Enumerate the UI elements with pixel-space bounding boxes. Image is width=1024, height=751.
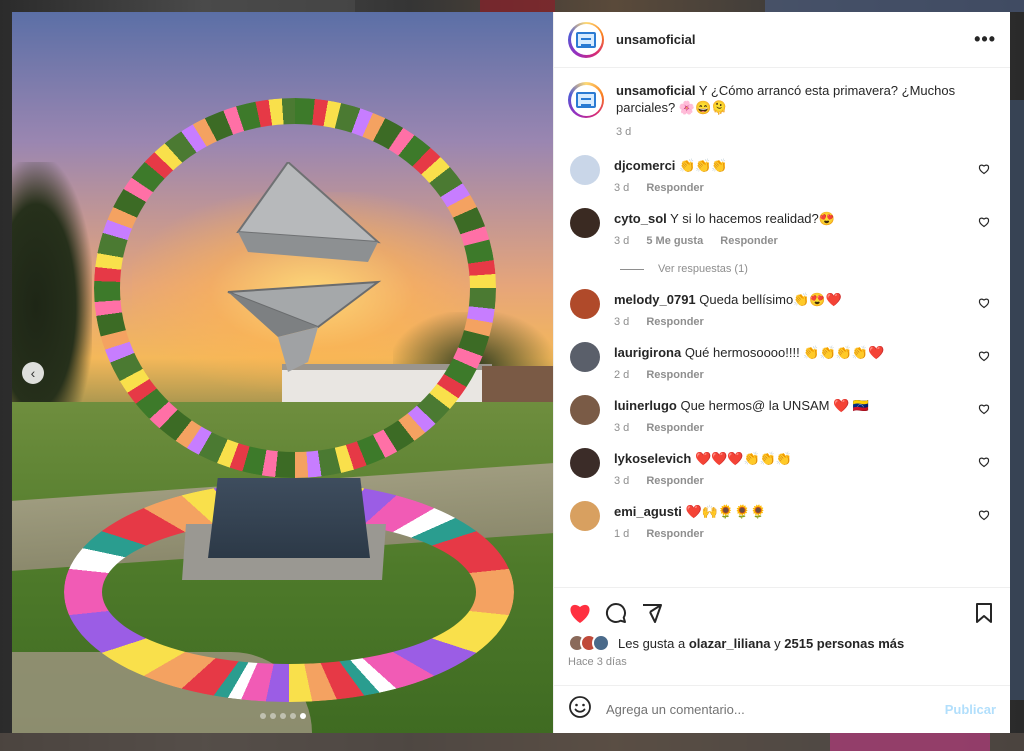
comment-like-heart-icon[interactable] bbox=[978, 216, 990, 228]
comment-username[interactable]: djcomerci bbox=[614, 158, 675, 173]
post-modal: ‹ unsamoficial ••• unsamoficial Y ¿Cómo … bbox=[12, 12, 1010, 733]
comment-text: ❤️🙌🌻🌻🌻 bbox=[685, 504, 767, 519]
emoji-icon[interactable] bbox=[568, 695, 592, 724]
carousel-dot bbox=[269, 713, 276, 719]
comment-item: luinerlugo Que hermos@ la UNSAM ❤️ 🇻🇪 3 … bbox=[568, 395, 994, 434]
comment-username[interactable]: laurigirona bbox=[614, 345, 681, 360]
comment-text: 👏👏👏 bbox=[679, 158, 728, 173]
liker-avatars bbox=[568, 634, 610, 652]
reply-button[interactable]: Responder bbox=[720, 235, 777, 247]
comment-text: Qué hermosoooo!!!! 👏👏👏👏❤️ bbox=[684, 345, 885, 360]
post-header: unsamoficial ••• bbox=[554, 12, 1010, 68]
comment-username[interactable]: lykoselevich bbox=[614, 451, 691, 466]
reply-button[interactable]: Responder bbox=[646, 182, 703, 194]
comment-text: Queda bellísimo👏😍❤️ bbox=[699, 292, 842, 307]
comment-text: ❤️❤️❤️👏👏👏 bbox=[694, 451, 793, 466]
reply-button[interactable]: Responder bbox=[646, 475, 703, 487]
comment-like-heart-icon[interactable] bbox=[978, 403, 990, 415]
like-heart-icon[interactable] bbox=[568, 601, 592, 625]
likes-count[interactable]: 2515 personas más bbox=[784, 636, 904, 651]
comment-likes[interactable]: 5 Me gusta bbox=[646, 235, 703, 247]
reply-button[interactable]: Responder bbox=[646, 316, 703, 328]
comment-icon[interactable] bbox=[604, 601, 628, 625]
more-options-icon[interactable]: ••• bbox=[974, 29, 996, 50]
comment-like-heart-icon[interactable] bbox=[978, 350, 990, 362]
view-replies-button[interactable]: Ver respuestas (1) bbox=[620, 263, 994, 275]
post-username[interactable]: unsamoficial bbox=[616, 32, 695, 47]
comment-time: 2 d bbox=[614, 369, 630, 381]
likes-summary: Les gusta a olazar_liliana y 2515 person… bbox=[568, 634, 996, 652]
comment-time: 1 d bbox=[614, 528, 630, 540]
comment-like-heart-icon[interactable] bbox=[978, 297, 990, 309]
comment-item: emi_agusti ❤️🙌🌻🌻🌻 1 d Responder bbox=[568, 501, 994, 540]
caption: unsamoficial Y ¿Cómo arrancó esta primav… bbox=[568, 82, 994, 141]
avatar[interactable] bbox=[570, 289, 600, 319]
share-icon[interactable] bbox=[640, 601, 664, 625]
reply-button[interactable]: Responder bbox=[646, 369, 703, 381]
carousel-dot bbox=[299, 713, 306, 719]
comment-username[interactable]: cyto_sol bbox=[614, 211, 667, 226]
comment-like-heart-icon[interactable] bbox=[978, 163, 990, 175]
bookmark-icon[interactable] bbox=[972, 601, 996, 625]
avatar[interactable] bbox=[568, 82, 604, 118]
carousel-dot bbox=[259, 713, 266, 719]
metal-sculpture bbox=[227, 162, 382, 372]
comment-text: Que hermos@ la UNSAM ❤️ 🇻🇪 bbox=[680, 398, 870, 413]
comment-like-heart-icon[interactable] bbox=[978, 509, 990, 521]
caption-time: 3 d bbox=[616, 126, 632, 138]
liker-username[interactable]: olazar_liliana bbox=[689, 636, 771, 651]
avatar[interactable] bbox=[570, 208, 600, 238]
comment-time: 3 d bbox=[614, 475, 630, 487]
comment-item: melody_0791 Queda bellísimo👏😍❤️ 3 d Resp… bbox=[568, 289, 994, 328]
chevron-left-icon: ‹ bbox=[30, 365, 36, 381]
post-media: ‹ bbox=[12, 12, 553, 733]
avatar[interactable] bbox=[570, 155, 600, 185]
comment-text: Y si lo hacemos realidad?😍 bbox=[670, 211, 835, 226]
comment-time: 3 d bbox=[614, 182, 630, 194]
avatar[interactable] bbox=[570, 501, 600, 531]
comment-time: 3 d bbox=[614, 422, 630, 434]
previous-image-button[interactable]: ‹ bbox=[22, 362, 44, 384]
post-time: Hace 3 días bbox=[568, 656, 627, 668]
comment-input[interactable] bbox=[606, 702, 945, 717]
avatar[interactable] bbox=[570, 342, 600, 372]
comment-item: lykoselevich ❤️❤️❤️👏👏👏 3 d Responder bbox=[568, 448, 994, 487]
comment-item: cyto_sol Y si lo hacemos realidad?😍 3 d … bbox=[568, 208, 994, 247]
avatar[interactable] bbox=[570, 395, 600, 425]
comment-time: 3 d bbox=[614, 235, 630, 247]
post-side-panel: unsamoficial ••• unsamoficial Y ¿Cómo ar… bbox=[553, 12, 1010, 733]
likes-prefix: Les gusta a bbox=[618, 635, 686, 651]
likes-joiner: y bbox=[774, 635, 781, 651]
unsam-logo-icon bbox=[576, 92, 596, 108]
comments-list[interactable]: unsamoficial Y ¿Cómo arrancó esta primav… bbox=[554, 68, 1010, 587]
pedestal bbox=[208, 478, 370, 558]
comment-username[interactable]: emi_agusti bbox=[614, 504, 682, 519]
unsam-logo-icon bbox=[576, 31, 596, 48]
reply-button[interactable]: Responder bbox=[646, 422, 703, 434]
carousel-dots bbox=[12, 713, 553, 719]
comment-time: 3 d bbox=[614, 316, 630, 328]
comment-item: djcomerci 👏👏👏 3 d Responder bbox=[568, 155, 994, 194]
carousel-dot bbox=[289, 713, 296, 719]
comment-item: laurigirona Qué hermosoooo!!!! 👏👏👏👏❤️ 2 … bbox=[568, 342, 994, 381]
post-actions: Les gusta a olazar_liliana y 2515 person… bbox=[554, 587, 1010, 685]
avatar[interactable] bbox=[568, 21, 604, 58]
reply-button[interactable]: Responder bbox=[646, 528, 703, 540]
comment-username[interactable]: melody_0791 bbox=[614, 292, 696, 307]
carousel-dot bbox=[279, 713, 286, 719]
avatar[interactable] bbox=[570, 448, 600, 478]
comment-composer: Publicar bbox=[554, 685, 1010, 733]
comment-like-heart-icon[interactable] bbox=[978, 456, 990, 468]
comment-username[interactable]: luinerlugo bbox=[614, 398, 677, 413]
publish-button[interactable]: Publicar bbox=[945, 702, 996, 717]
caption-username[interactable]: unsamoficial bbox=[616, 83, 695, 98]
